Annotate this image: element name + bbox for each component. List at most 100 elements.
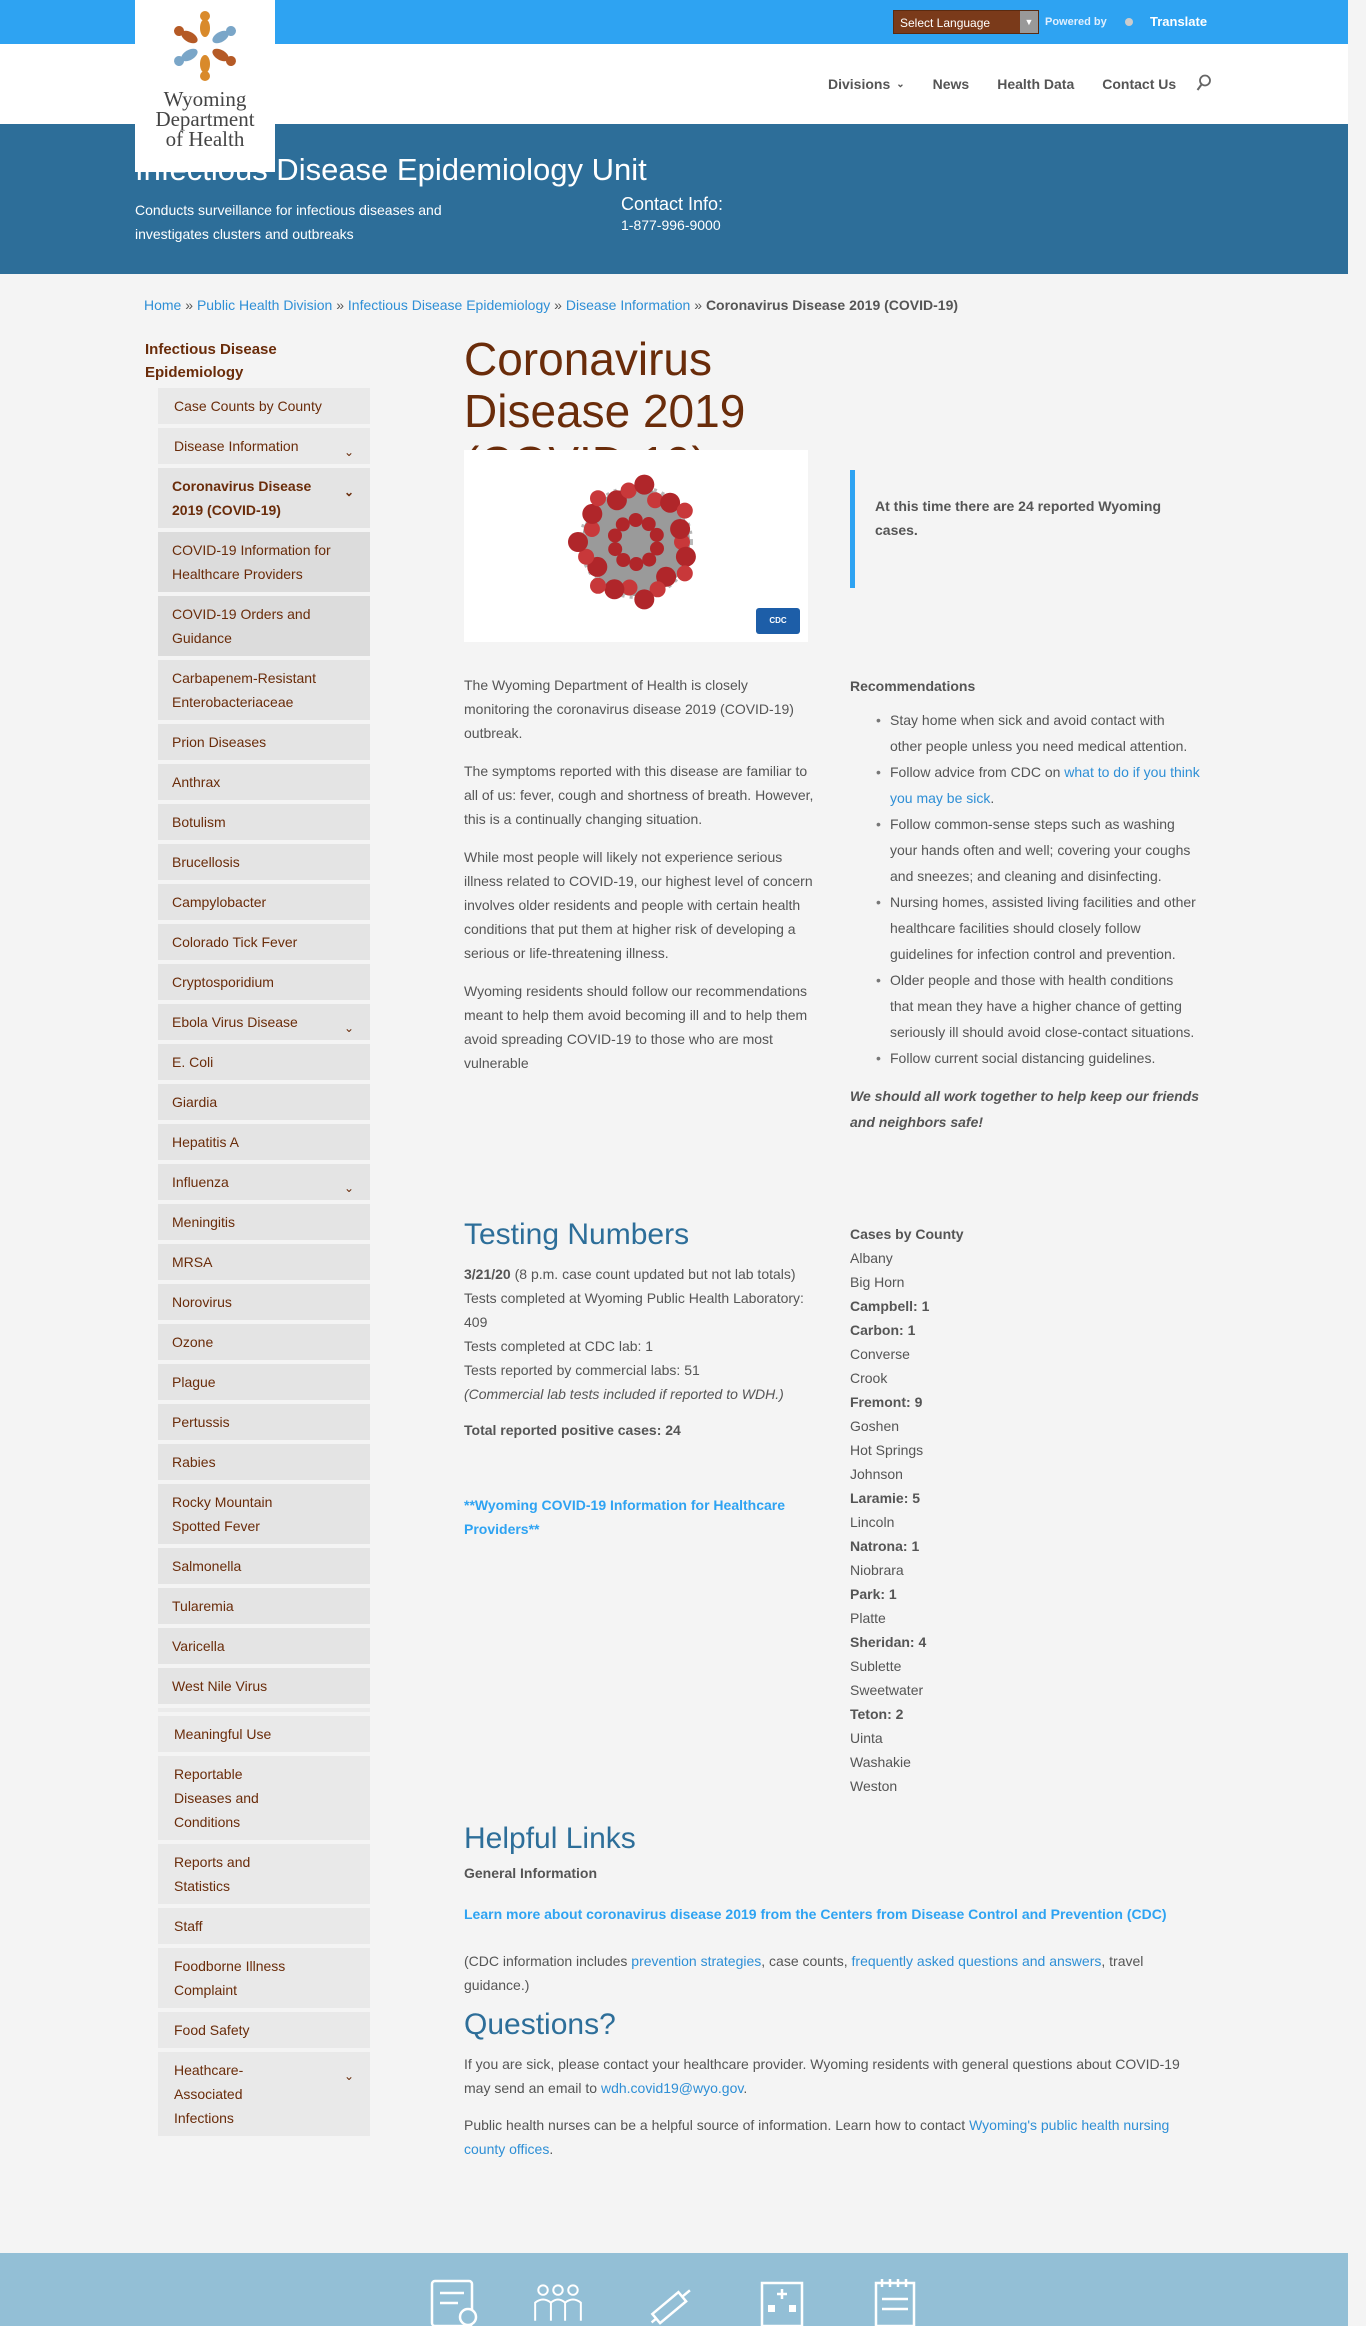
county-separator: :: [899, 1322, 908, 1338]
document-icon[interactable]: [428, 2277, 480, 2326]
notepad-icon[interactable]: [870, 2277, 922, 2326]
sidebar-item-disease[interactable]: Anthrax: [158, 764, 370, 804]
sidebar-item-section[interactable]: Reportable Diseases and Conditions: [158, 1756, 370, 1844]
sidebar-item-disease[interactable]: Pertussis: [158, 1404, 370, 1444]
sidebar-item-label: Botulism: [172, 814, 226, 830]
breadcrumb: Home » Public Health Division » Infectio…: [144, 297, 958, 313]
sidebar-item-disease[interactable]: Ozone: [158, 1324, 370, 1364]
sidebar-item-label: Norovirus: [172, 1294, 232, 1310]
county-row: Laramie: 5: [850, 1486, 1150, 1510]
sidebar-item-disease[interactable]: Hepatitis A: [158, 1124, 370, 1164]
intro-paragraph: The Wyoming Department of Health is clos…: [464, 677, 794, 741]
sidebar-heading[interactable]: Infectious Disease Epidemiology: [145, 338, 370, 384]
sidebar-item-case-counts[interactable]: Case Counts by County: [158, 388, 370, 428]
county-separator: :: [880, 1586, 889, 1602]
wdh-logo[interactable]: Wyoming Department of Health: [135, 0, 275, 172]
breadcrumb-epidemiology[interactable]: Infectious Disease Epidemiology: [348, 297, 550, 313]
syringe-icon[interactable]: [644, 2277, 696, 2326]
language-select-value: Select Language: [900, 16, 991, 30]
breadcrumb-public-health[interactable]: Public Health Division: [197, 297, 332, 313]
sidebar-item-label: Foodborne Illness Complaint: [174, 1958, 286, 1998]
list-item: Nursing homes, assisted living facilitie…: [876, 889, 1200, 967]
sidebar-item-disease-information[interactable]: Disease Information ⌄: [158, 428, 370, 468]
county-row: Fremont: 9: [850, 1390, 1150, 1414]
language-select[interactable]: Select Language ▼: [893, 10, 1039, 34]
sidebar-item-disease[interactable]: Salmonella: [158, 1548, 370, 1588]
nav-item-news[interactable]: News: [933, 76, 970, 92]
contact-label: Contact Info:: [621, 194, 724, 214]
sidebar-item-disease[interactable]: Brucellosis: [158, 844, 370, 884]
sidebar-item-disease[interactable]: E. Coli: [158, 1044, 370, 1084]
nav-item-contact-us[interactable]: Contact Us: [1102, 76, 1176, 92]
testing-total: Total reported positive cases: 24: [464, 1422, 681, 1438]
questions-text: Public health nurses can be a helpful so…: [464, 2117, 970, 2133]
sidebar-item-covid[interactable]: Coronavirus Disease 2019 (COVID-19) ⌄: [158, 468, 370, 532]
sidebar-item-disease[interactable]: Influenza ⌄: [158, 1164, 370, 1204]
sidebar-item-disease[interactable]: Tularemia: [158, 1588, 370, 1628]
banner-description: Conducts surveillance for infectious dis…: [135, 202, 442, 242]
nav-item-label: Health Data: [997, 76, 1075, 92]
breadcrumb-current: Coronavirus Disease 2019 (COVID-19): [705, 297, 959, 313]
sidebar-item-disease[interactable]: Carbapenem-Resistant Enterobacteriaceae: [158, 660, 370, 724]
sidebar-item-disease[interactable]: Varicella: [158, 1628, 370, 1668]
faq-link[interactable]: frequently asked questions and answers: [852, 1953, 1102, 1969]
logo-people-icon: [174, 11, 236, 81]
sidebar-item-disease[interactable]: Campylobacter: [158, 884, 370, 924]
virus-spike: [629, 557, 644, 571]
search-icon[interactable]: [1196, 74, 1212, 92]
sidebar-item-disease[interactable]: West Nile Virus: [158, 1668, 370, 1708]
county-count: 1: [911, 1538, 920, 1554]
translate-link[interactable]: Translate: [1150, 14, 1207, 29]
sidebar-nav: Infectious Disease Epidemiology Case Cou…: [145, 338, 370, 2140]
logo-line: Department: [155, 107, 255, 131]
county-separator: :: [913, 1298, 922, 1314]
sidebar-item-disease[interactable]: MRSA: [158, 1244, 370, 1284]
cdc-learn-more-link[interactable]: Learn more about coronavirus disease 201…: [464, 1902, 1204, 1926]
sidebar-item-disease[interactable]: Botulism: [158, 804, 370, 844]
hospital-icon[interactable]: [756, 2277, 808, 2326]
sidebar-item-label: Rocky Mountain Spotted Fever: [172, 1494, 273, 1534]
sidebar-item-covid-orders[interactable]: COVID-19 Orders and Guidance: [158, 596, 370, 660]
sidebar-item-disease[interactable]: Cryptosporidium: [158, 964, 370, 1004]
sidebar-item-section[interactable]: Foodborne Illness Complaint: [158, 1948, 370, 2012]
family-icon[interactable]: [532, 2277, 584, 2326]
chevron-down-icon[interactable]: ⌄: [344, 440, 354, 464]
virus-spike: [604, 579, 625, 600]
nav-item-divisions[interactable]: Divisions ⌄: [828, 76, 905, 92]
logo-line: Wyoming: [163, 87, 247, 111]
sidebar-item-disease[interactable]: Rabies: [158, 1444, 370, 1484]
sidebar-item-covid-healthcare[interactable]: COVID-19 Information for Healthcare Prov…: [158, 532, 370, 596]
chevron-down-icon[interactable]: ⌄: [344, 1016, 354, 1040]
sidebar-item-section[interactable]: Heathcare-Associated Infections ⌄: [158, 2052, 370, 2140]
sidebar-item-section[interactable]: Staff: [158, 1908, 370, 1948]
breadcrumb-home[interactable]: Home: [144, 297, 181, 313]
testing-public-lab: Tests completed at Wyoming Public Health…: [464, 1290, 804, 1330]
healthcare-providers-link[interactable]: **Wyoming COVID-19 Information for Healt…: [464, 1493, 819, 1541]
list-item-text: .: [990, 790, 995, 806]
sidebar-item-disease[interactable]: Prion Diseases: [158, 724, 370, 764]
sidebar-item-disease[interactable]: Meningitis: [158, 1204, 370, 1244]
virus-spike: [675, 546, 696, 567]
sidebar-item-disease[interactable]: Plague: [158, 1364, 370, 1404]
questions-text: .: [549, 2141, 554, 2157]
sidebar-item-label: Coronavirus Disease 2019 (COVID-19): [172, 478, 312, 518]
sidebar-item-section[interactable]: Food Safety: [158, 2012, 370, 2052]
sidebar-item-disease[interactable]: Rocky Mountain Spotted Fever: [158, 1484, 370, 1548]
sidebar-item-section[interactable]: Reports and Statistics: [158, 1844, 370, 1908]
sidebar-item-section[interactable]: Meaningful Use: [158, 1716, 370, 1756]
sidebar-item-disease[interactable]: Norovirus: [158, 1284, 370, 1324]
chevron-down-icon[interactable]: ⌄: [344, 2064, 354, 2088]
nav-item-health-data[interactable]: Health Data: [997, 76, 1074, 92]
breadcrumb-disease-information[interactable]: Disease Information: [566, 297, 691, 313]
intro-paragraph: While most people will likely not experi…: [464, 849, 813, 961]
prevention-strategies-link[interactable]: prevention strategies: [631, 1953, 761, 1969]
email-link[interactable]: wdh.covid19@wyo.gov: [601, 2080, 743, 2096]
sidebar-item-disease[interactable]: Ebola Virus Disease ⌄: [158, 1004, 370, 1044]
sidebar-item-label: Giardia: [172, 1094, 218, 1110]
sidebar-item-disease[interactable]: Giardia: [158, 1084, 370, 1124]
chevron-down-icon[interactable]: ⌄: [344, 1176, 354, 1200]
intro-paragraph: Wyoming residents should follow our reco…: [464, 983, 808, 1071]
list-item: Follow advice from CDC on what to do if …: [876, 759, 1200, 811]
chevron-down-icon[interactable]: ⌄: [344, 480, 354, 504]
sidebar-item-disease[interactable]: Colorado Tick Fever: [158, 924, 370, 964]
